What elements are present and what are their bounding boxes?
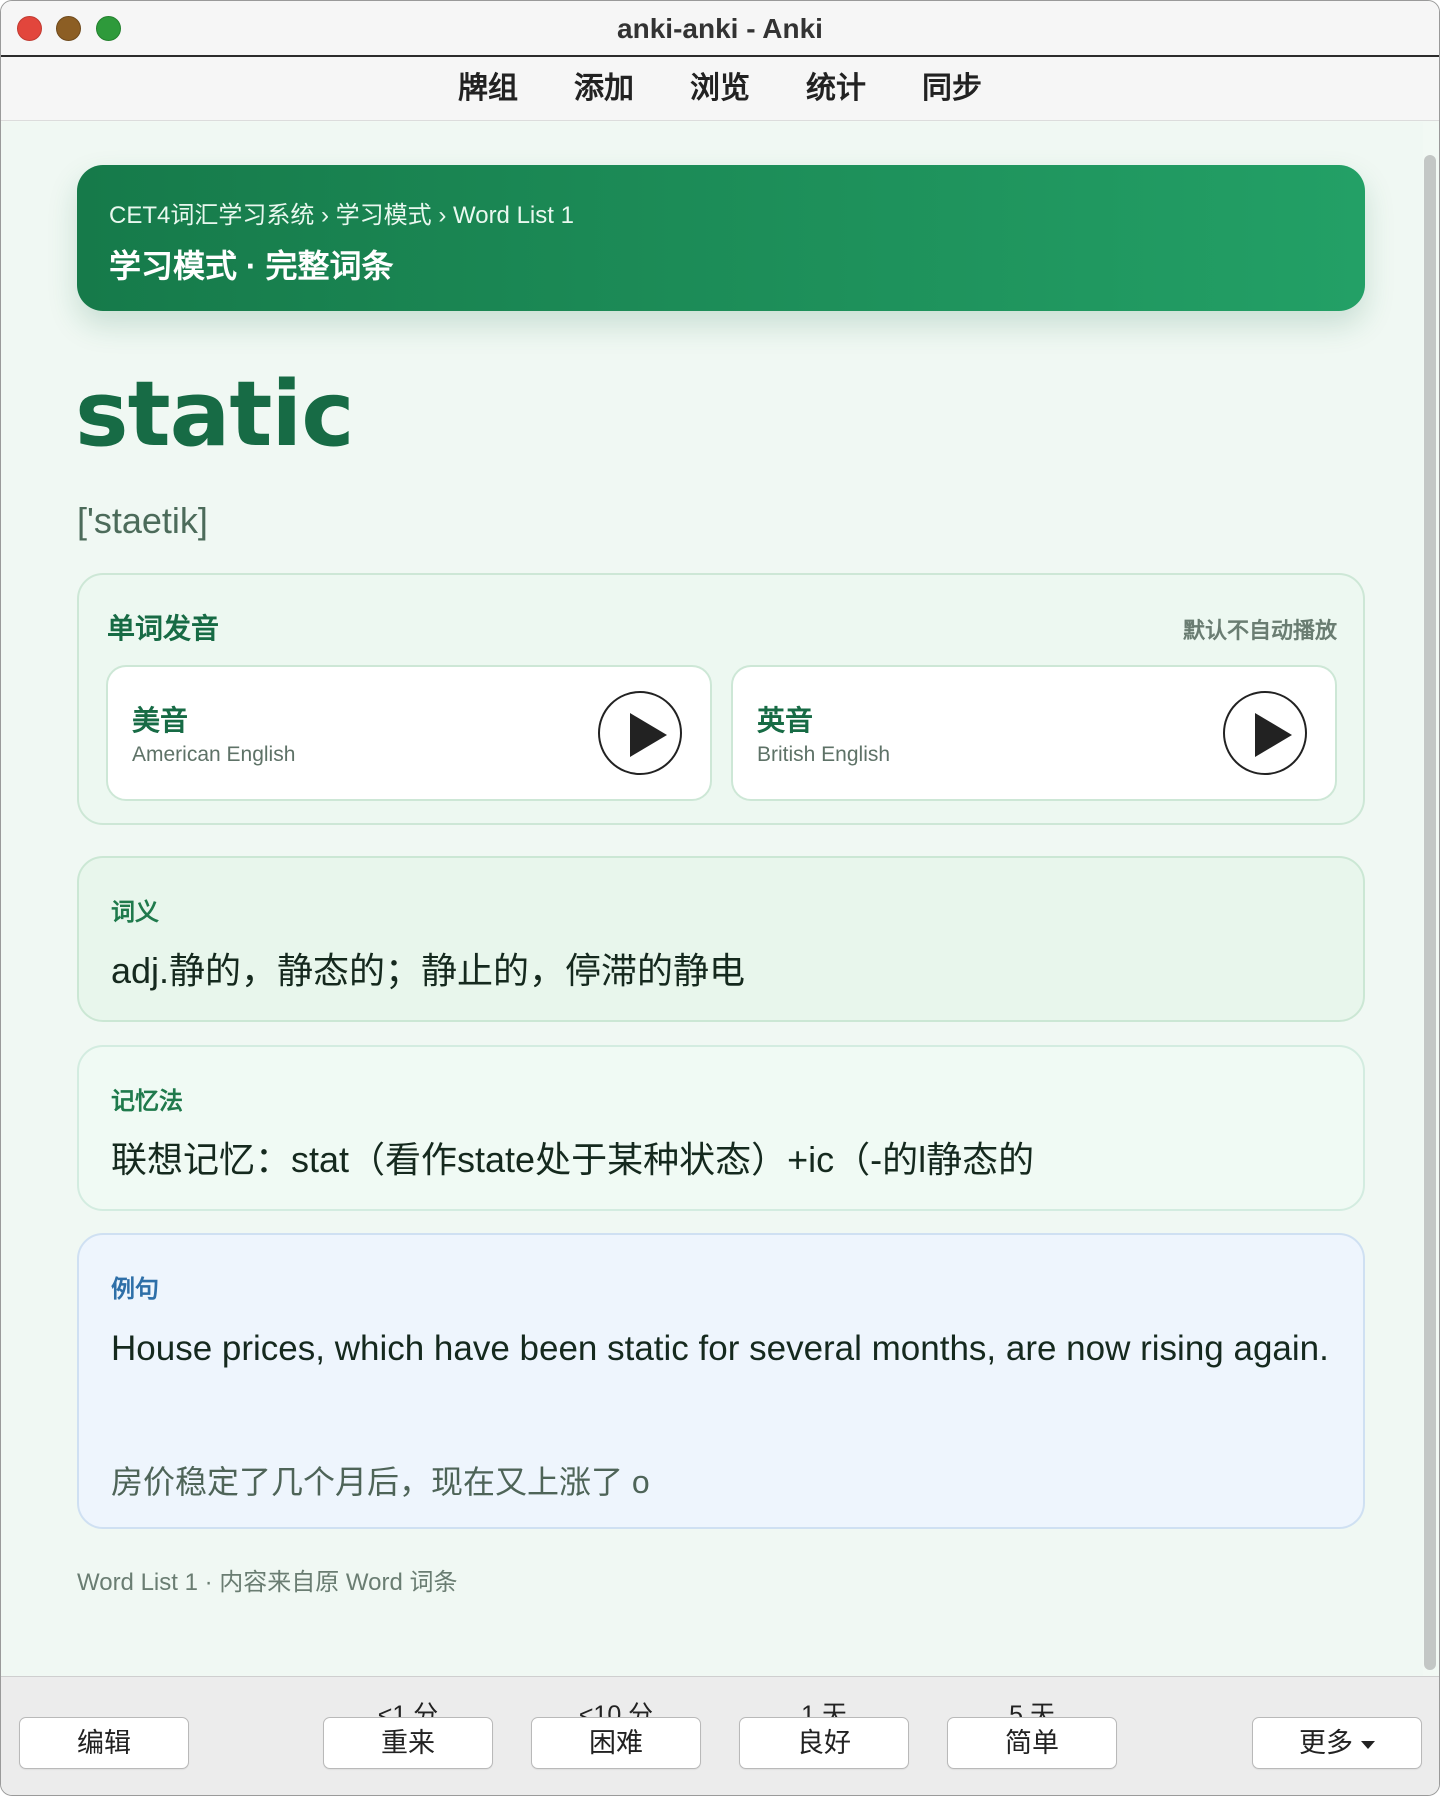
review-toolbar: 编辑 <1 分 重来 <10 分 困难 1 天 良好 5 天 简单 更多 bbox=[1, 1676, 1439, 1795]
british-audio-box[interactable]: 英音 British English bbox=[731, 665, 1337, 801]
hard-button[interactable]: 困难 bbox=[531, 1717, 701, 1769]
title-bar: anki-anki - Anki bbox=[1, 1, 1439, 57]
pronunciation-card: 单词发音 默认不自动播放 美音 American English 英音 Brit… bbox=[77, 573, 1365, 825]
play-american-button[interactable] bbox=[598, 691, 682, 775]
menu-browse[interactable]: 浏览 bbox=[662, 57, 778, 120]
source-note: Word List 1 · 内容来自原 Word 词条 bbox=[77, 1569, 458, 1596]
good-button[interactable]: 良好 bbox=[739, 1717, 909, 1769]
play-icon bbox=[1255, 713, 1292, 757]
hero-banner: CET4词汇学习系统 › 学习模式 › Word List 1 学习模式 · 完… bbox=[77, 165, 1365, 311]
caret-down-icon bbox=[1361, 1740, 1375, 1749]
main-menu: 牌组 添加 浏览 统计 同步 bbox=[1, 57, 1439, 121]
american-label: 美音 bbox=[132, 705, 189, 736]
british-sub-label: British English bbox=[757, 743, 891, 766]
breadcrumb: CET4词汇学习系统 › 学习模式 › Word List 1 bbox=[109, 202, 574, 229]
play-icon bbox=[630, 713, 667, 757]
vertical-scrollbar[interactable] bbox=[1424, 155, 1436, 1670]
example-label: 例句 bbox=[111, 1276, 159, 1303]
american-audio-box[interactable]: 美音 American English bbox=[106, 665, 712, 801]
mode-title: 学习模式 · 完整词条 bbox=[109, 248, 394, 284]
easy-button[interactable]: 简单 bbox=[947, 1717, 1117, 1769]
word-phonetic: ['staetik] bbox=[77, 500, 208, 541]
example-sentence-english: House prices, which have been static for… bbox=[111, 1329, 1329, 1368]
meaning-text: adj.静的，静态的；静止的，停滞的静电 bbox=[111, 950, 746, 991]
menu-stats[interactable]: 统计 bbox=[778, 57, 894, 120]
play-british-button[interactable] bbox=[1223, 691, 1307, 775]
example-card: 例句 House prices, which have been static … bbox=[77, 1233, 1365, 1529]
mnemonic-label: 记忆法 bbox=[111, 1088, 183, 1115]
meaning-label: 词义 bbox=[111, 899, 159, 926]
card-content: CET4词汇学习系统 › 学习模式 › Word List 1 学习模式 · 完… bbox=[1, 122, 1423, 1676]
more-button[interactable]: 更多 bbox=[1252, 1717, 1422, 1769]
mnemonic-card: 记忆法 联想记忆：stat（看作state处于某种状态）+ic（-的l静态的 bbox=[77, 1045, 1365, 1211]
british-label: 英音 bbox=[757, 705, 814, 736]
menu-add[interactable]: 添加 bbox=[546, 57, 662, 120]
mnemonic-text: 联想记忆：stat（看作state处于某种状态）+ic（-的l静态的 bbox=[111, 1139, 1035, 1180]
edit-button[interactable]: 编辑 bbox=[19, 1717, 189, 1769]
more-label: 更多 bbox=[1299, 1728, 1353, 1758]
example-sentence-chinese: 房价稳定了几个月后，现在又上涨了 o bbox=[111, 1464, 650, 1500]
again-button[interactable]: 重来 bbox=[323, 1717, 493, 1769]
menu-sync[interactable]: 同步 bbox=[894, 57, 1010, 120]
pronunciation-title: 单词发音 bbox=[107, 613, 220, 644]
autoplay-hint: 默认不自动播放 bbox=[1182, 618, 1337, 643]
meaning-card: 词义 adj.静的，静态的；静止的，停滞的静电 bbox=[77, 856, 1365, 1022]
menu-decks[interactable]: 牌组 bbox=[430, 57, 546, 120]
american-sub-label: American English bbox=[132, 743, 296, 766]
word-headword: static bbox=[75, 362, 355, 467]
anki-window: anki-anki - Anki 牌组 添加 浏览 统计 同步 CET4词汇学习… bbox=[0, 0, 1440, 1796]
window-title: anki-anki - Anki bbox=[617, 13, 823, 44]
